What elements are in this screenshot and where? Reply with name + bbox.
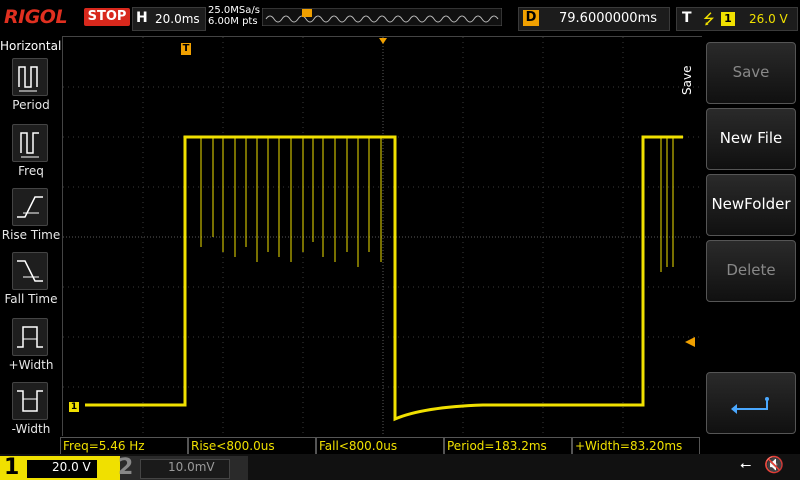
measure-rise-time[interactable]: Rise Time <box>0 188 60 250</box>
measurement-rise: Rise<800.0us <box>188 437 316 455</box>
rise-time-icon <box>12 188 48 226</box>
return-button[interactable] <box>706 372 796 434</box>
channel-2-number: 2 <box>118 455 134 480</box>
trigger-position-marker[interactable]: T <box>181 43 191 55</box>
left-menu-title: Horizontal <box>0 39 62 53</box>
new-file-button-label: New File <box>719 129 783 147</box>
delete-button[interactable]: Delete <box>706 240 796 302</box>
measurement-results: Freq=5.46 Hz Rise<800.0us Fall<800.0us P… <box>58 436 702 455</box>
fall-time-icon <box>12 252 48 290</box>
rise-time-label: Rise Time <box>1 228 61 242</box>
new-file-button[interactable]: New File <box>706 108 796 170</box>
measurement-plus-width: +Width=83.20ms <box>572 437 700 455</box>
center-marker-icon <box>379 38 387 44</box>
freq-icon <box>12 124 48 162</box>
timebase-value: 20.0ms <box>155 12 200 26</box>
measurement-freq: Freq=5.46 Hz <box>60 437 188 455</box>
minus-width-label: -Width <box>11 422 51 436</box>
delete-button-label: Delete <box>726 261 776 279</box>
plus-width-label: +Width <box>8 358 54 372</box>
measurement-fall: Fall<800.0us <box>316 437 444 455</box>
channel-2-scale: 10.0mV <box>168 460 215 474</box>
trigger-settings[interactable]: T ⭍ 1 26.0 V <box>676 7 798 31</box>
delay-value: 79.6000000ms <box>559 11 658 26</box>
measurement-period: Period=183.2ms <box>444 437 572 455</box>
plus-width-icon <box>12 318 48 356</box>
rising-edge-icon: ⭍ <box>703 12 715 28</box>
channel-1-trace <box>85 135 683 422</box>
trigger-delay[interactable]: D 79.6000000ms <box>518 7 670 31</box>
sample-rate: 25.0MSa/s <box>208 5 260 16</box>
right-menu-title: Save <box>680 65 694 95</box>
measure-period[interactable]: Period <box>0 58 58 120</box>
channel-1-ground-marker[interactable]: 1 <box>69 402 79 412</box>
run-stop-status[interactable]: STOP <box>84 8 130 26</box>
return-arrow-icon <box>731 397 769 414</box>
fall-time-label: Fall Time <box>4 292 58 306</box>
delay-label: D <box>523 10 539 26</box>
measure-plus-width[interactable]: +Width <box>0 318 58 380</box>
trigger-label: T <box>682 10 692 26</box>
trigger-level-marker-icon[interactable] <box>685 337 695 347</box>
measure-fall-time[interactable]: Fall Time <box>0 252 58 314</box>
channel-1-scale: 20.0 V <box>52 460 91 474</box>
memory-depth: 6.00M pts <box>208 16 258 27</box>
minus-width-icon <box>12 382 48 420</box>
save-button-label: Save <box>732 63 770 81</box>
waveform-display[interactable]: T 1 <box>62 36 704 438</box>
memory-position-strip[interactable] <box>261 7 503 27</box>
waveform-graticule <box>63 37 703 437</box>
mute-icon[interactable]: 🔇 <box>764 455 784 474</box>
trigger-level: 26.0 V <box>749 12 788 26</box>
channel-1-number: 1 <box>4 455 20 480</box>
horizontal-timebase[interactable]: H 20.0ms <box>132 7 206 31</box>
memory-waveform-overview <box>261 7 503 27</box>
period-icon <box>12 58 48 96</box>
freq-label: Freq <box>18 164 44 178</box>
new-folder-button[interactable]: NewFolder <box>706 174 796 236</box>
horizontal-label: H <box>136 10 148 26</box>
horizontal-measure-menu: Horizontal Period Freq Rise Time Fall Ti… <box>0 36 62 440</box>
usb-icon: ⭠ <box>740 457 752 473</box>
measure-minus-width[interactable]: -Width <box>0 382 58 444</box>
trigger-source: 1 <box>721 12 735 26</box>
measure-freq[interactable]: Freq <box>0 124 58 186</box>
save-button[interactable]: Save <box>706 42 796 104</box>
period-label: Period <box>12 98 50 112</box>
brand-logo: RIGOL <box>4 6 68 28</box>
memory-trigger-marker-icon <box>302 9 312 17</box>
new-folder-button-label: NewFolder <box>711 195 791 213</box>
